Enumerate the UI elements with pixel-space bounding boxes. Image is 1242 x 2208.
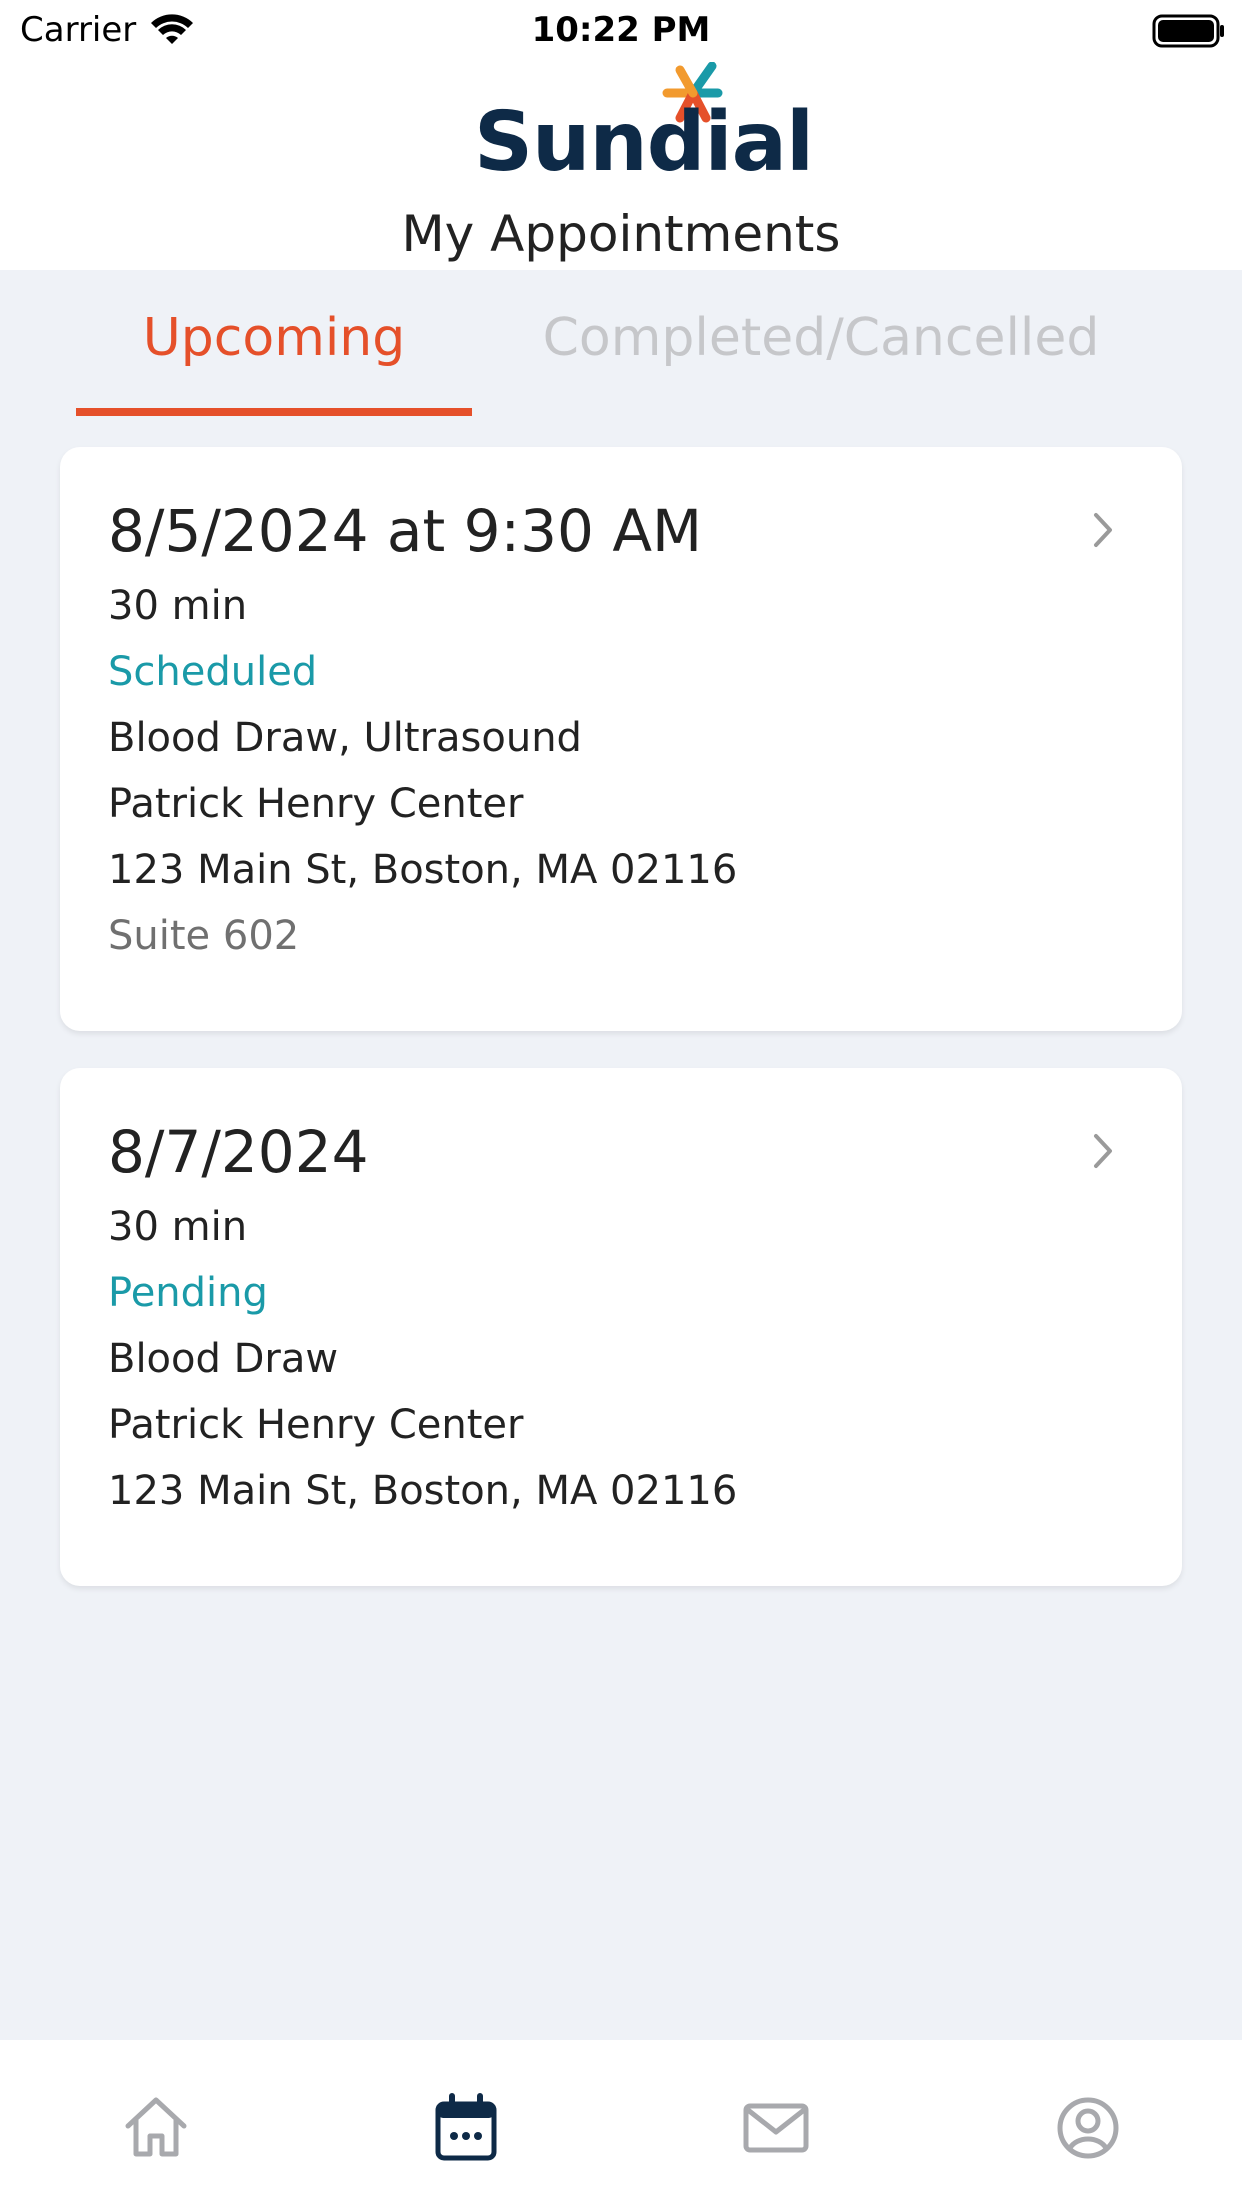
appointment-address: 123 Main St, Boston, MA 02116 bbox=[108, 1468, 738, 1514]
page-title: My Appointments bbox=[401, 205, 841, 263]
appointment-card[interactable]: 8/7/2024 30 min Pending Blood Draw Patri… bbox=[60, 1068, 1182, 1586]
mail-icon[interactable] bbox=[736, 2088, 816, 2168]
appointment-location: Patrick Henry Center bbox=[108, 1402, 524, 1448]
status-bar: Carrier 10:22 PM bbox=[0, 0, 1242, 62]
tab-completed-cancelled[interactable]: Completed/Cancelled bbox=[516, 308, 1126, 368]
battery-icon bbox=[1152, 14, 1226, 52]
appointment-datetime: 8/7/2024 bbox=[108, 1118, 369, 1186]
chevron-right-icon bbox=[1082, 1126, 1122, 1176]
appointment-status: Scheduled bbox=[108, 649, 318, 695]
appointment-suite: Suite 602 bbox=[108, 913, 300, 959]
clock: 10:22 PM bbox=[531, 10, 711, 50]
app-header: Sundial My Appointments bbox=[0, 61, 1242, 270]
home-icon[interactable] bbox=[116, 2088, 196, 2168]
appointment-services: Blood Draw bbox=[108, 1336, 339, 1382]
bottom-tab-bar bbox=[0, 2040, 1242, 2208]
active-tab-indicator bbox=[76, 408, 472, 416]
sundial-logo: Sundial bbox=[474, 61, 814, 190]
appointment-card[interactable]: 8/5/2024 at 9:30 AM 30 min Scheduled Blo… bbox=[60, 447, 1182, 1031]
appointment-address: 123 Main St, Boston, MA 02116 bbox=[108, 847, 738, 893]
appointments-screen: Carrier 10:22 PM Sundial My Appointments… bbox=[0, 0, 1242, 2208]
chevron-right-icon bbox=[1082, 505, 1122, 555]
appointment-status: Pending bbox=[108, 1270, 268, 1316]
appointment-tabs: Upcoming Completed/Cancelled bbox=[0, 270, 1242, 420]
calendar-icon[interactable] bbox=[426, 2088, 506, 2168]
appointment-duration: 30 min bbox=[108, 583, 248, 629]
appointment-duration: 30 min bbox=[108, 1204, 248, 1250]
tab-upcoming[interactable]: Upcoming bbox=[76, 308, 472, 368]
appointment-services: Blood Draw, Ultrasound bbox=[108, 715, 582, 761]
logo-text: Sundial bbox=[474, 95, 814, 190]
appointment-location: Patrick Henry Center bbox=[108, 781, 524, 827]
appointment-datetime: 8/5/2024 at 9:30 AM bbox=[108, 497, 703, 565]
profile-icon[interactable] bbox=[1048, 2088, 1128, 2168]
